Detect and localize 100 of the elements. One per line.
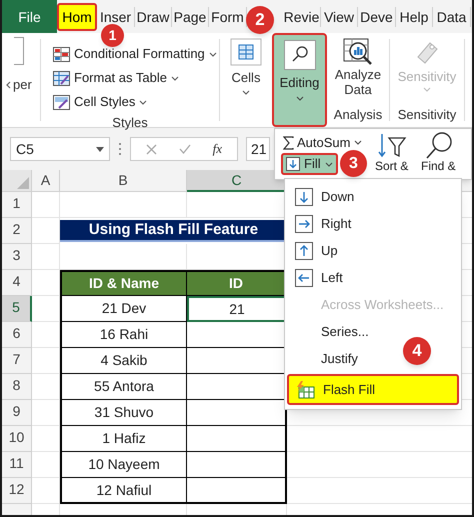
group-label: per [13,76,32,94]
row-header[interactable]: 8 [2,374,32,400]
menu-item[interactable]: Flash Fill [287,374,459,405]
find-select-button[interactable]: Find & [421,131,456,173]
table-cell: 55 Antora [60,374,187,400]
table-cell: 21 Dev [60,296,187,322]
caret-icon [170,76,179,80]
sort-filter-icon [376,132,407,160]
ribbon-tab[interactable]: View [321,6,358,26]
conditional-formatting-icon [53,46,70,62]
ribbon-tab[interactable]: Data [433,6,471,26]
column-header[interactable]: C [187,170,287,192]
ribbon-tab[interactable]: Deve [358,6,396,26]
worksheet-cell[interactable] [32,322,60,348]
table-cell: 16 Rahi [60,322,187,348]
worksheet-cell[interactable] [32,348,60,374]
close-icon[interactable] [146,144,157,154]
row-header[interactable] [2,504,32,515]
caret-icon[interactable] [354,140,362,146]
title-banner: Using Flash Fill Feature [60,220,287,242]
group-label: Styles [112,114,148,132]
row-header[interactable]: 3 [2,244,32,270]
group-label: Sensitivity [398,106,456,124]
ribbon-tab[interactable]: Revie [283,6,321,26]
worksheet-cell[interactable] [32,296,60,322]
group-label: Analysis [334,106,382,124]
row-header[interactable]: 5 [2,296,32,322]
row-header[interactable]: 2 [2,218,32,244]
scroll-left-icon[interactable] [6,80,11,89]
row-header[interactable]: 9 [2,400,32,426]
select-all-icon[interactable] [17,177,29,189]
table-cell: 31 Shuvo [60,400,187,426]
formula-field[interactable]: 21 [246,137,270,161]
worksheet-cell[interactable] [32,192,60,218]
worksheet-cell[interactable] [32,400,60,426]
analyze-data-button[interactable]: Analyze Data [334,33,382,97]
format-table-icon [53,70,70,86]
row-header[interactable]: 7 [2,348,32,374]
table-cell: 4 Sakib [60,348,187,374]
ribbon-tab[interactable]: Page [172,6,209,26]
arrow-up-icon [295,242,313,260]
name-box[interactable]: C5 [10,137,110,161]
cells-button[interactable]: Cells [220,33,272,127]
worksheet-cell[interactable] [60,192,187,218]
fill-button[interactable]: Fill [281,153,338,175]
check-icon[interactable] [178,144,191,154]
caret-icon [423,86,431,92]
row-header[interactable]: 11 [2,452,32,478]
flash-fill-icon [295,380,315,398]
row-header[interactable]: 1 [2,192,32,218]
table-cell[interactable] [187,426,287,452]
file-tab[interactable]: File [2,0,57,33]
cells-icon [230,38,262,66]
styles-menu-button[interactable]: Cell Styles [53,91,219,113]
chart-magnifier-icon [342,37,374,67]
caret-icon [96,146,104,152]
ribbon-tab[interactable]: Draw [135,6,172,26]
sigma-icon [283,136,294,150]
worksheet-cell[interactable] [32,478,60,504]
worksheet-cell[interactable] [32,374,60,400]
column-header[interactable]: B [60,170,187,192]
table-cell: 12 Nafiul [60,478,187,504]
ribbon-tab[interactable]: Help [396,6,433,26]
cell-styles-icon [53,94,70,110]
ribbon-tab[interactable]: Hom [57,2,97,30]
caret-icon [296,96,304,100]
table-cell[interactable] [187,478,287,504]
menu-item[interactable]: Right [287,210,459,237]
table-header: ID & Name [60,270,187,296]
row-header[interactable]: 10 [2,426,32,452]
menu-item[interactable]: Left [287,264,459,291]
caret-icon [139,100,148,104]
menu-item[interactable]: Down [287,183,459,210]
more-icon[interactable] [118,142,122,156]
table-cell: 10 Nayeem [60,452,187,478]
worksheet-cell[interactable] [32,426,60,452]
row-header[interactable]: 12 [2,478,32,504]
menu-item[interactable]: Up [287,237,459,264]
editing-button[interactable]: Editing [272,33,327,127]
column-header[interactable]: A [32,170,60,192]
table-header: ID [187,270,287,296]
sort-filter-button[interactable]: Sort & [375,132,408,173]
worksheet-cell[interactable] [32,452,60,478]
autosum-button[interactable]: AutoSum [283,133,350,152]
caret-icon [324,162,333,166]
arrow-left-icon [295,268,313,286]
table-cell[interactable] [187,452,287,478]
caret-icon [208,52,217,56]
row-header[interactable]: 4 [2,270,32,296]
cut-control[interactable] [14,37,24,65]
table-cell: 1 Hafiz [60,426,187,452]
row-header[interactable]: 6 [2,322,32,348]
worksheet-cell[interactable] [32,244,60,270]
arrow-down-icon [295,188,313,206]
styles-menu-button[interactable]: Format as Table [53,67,219,89]
caret-icon [242,90,250,94]
fill-down-icon [286,157,300,171]
cell-reference: C5 [16,140,34,158]
arrow-right-icon [295,214,313,232]
insert-function-button[interactable]: fx [212,139,222,159]
